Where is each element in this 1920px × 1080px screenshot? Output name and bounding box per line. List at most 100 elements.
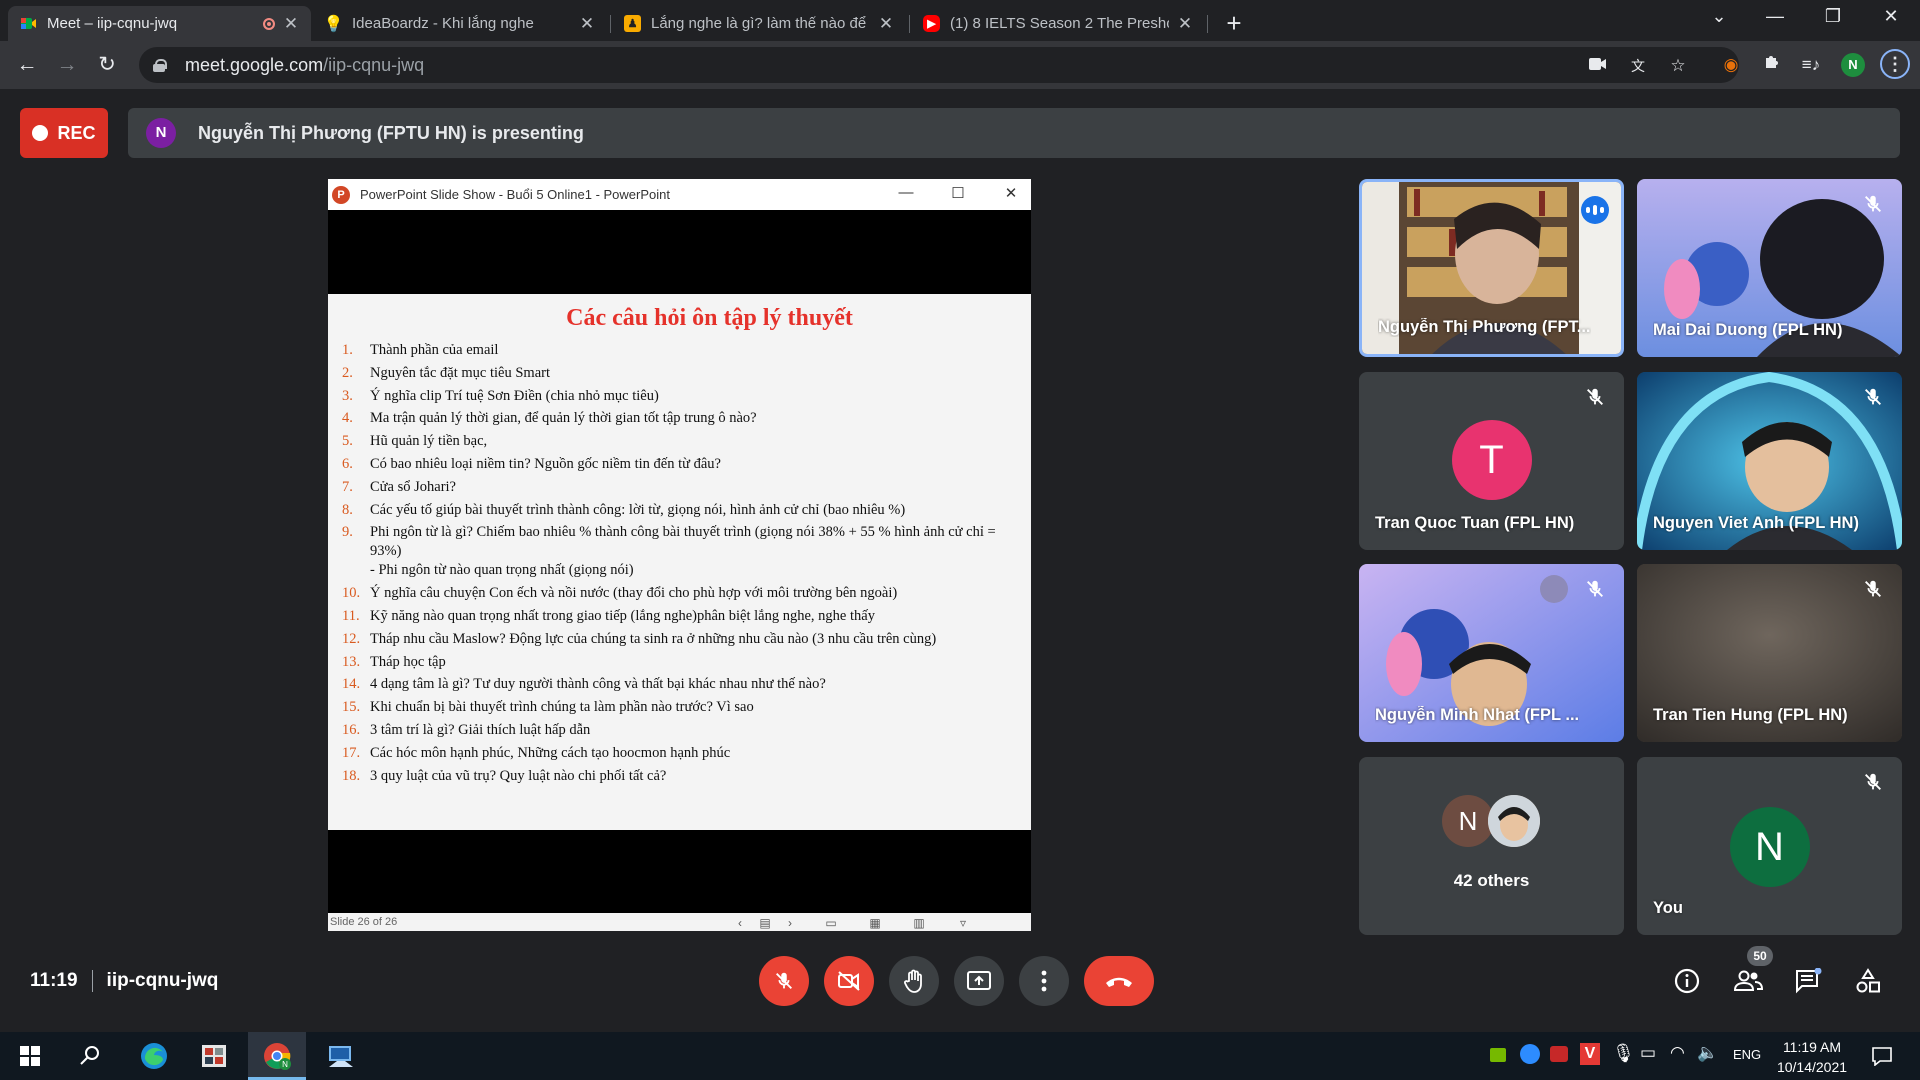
- notifications-icon[interactable]: [1866, 1040, 1898, 1072]
- question-item: 15. Khi chuẩn bị bài thuyết trình chúng t…: [328, 698, 1031, 717]
- extension-fox-icon[interactable]: ◉: [1718, 52, 1744, 78]
- participant-tile-you[interactable]: N You: [1637, 757, 1902, 935]
- tab-ideaboardz[interactable]: 💡 IdeaBoardz - Khi lắng nghe ✕: [313, 6, 607, 41]
- participant-tile-others[interactable]: N 42 others: [1359, 757, 1624, 935]
- google-meet-icon: [20, 15, 37, 32]
- question-text: Tháp nhu cầu Maslow? Động lực của chúng …: [370, 630, 937, 647]
- windows-taskbar: N V 🎙 ▭ ◠ 🔈 ENG 11:19 AM 10/14/2021: [0, 1032, 1920, 1080]
- profile-avatar[interactable]: N: [1841, 53, 1865, 77]
- app-grid-icon[interactable]: [198, 1040, 230, 1072]
- tab-separator: [610, 15, 611, 33]
- microphone-toggle-button[interactable]: [759, 956, 809, 1006]
- participant-tile-nguyen-viet-anh[interactable]: Nguyen Viet Anh (FPL HN): [1637, 372, 1902, 550]
- minimize-window-icon[interactable]: —: [1752, 6, 1798, 27]
- participant-name: Tran Quoc Tuan (FPL HN): [1375, 514, 1575, 532]
- speaking-indicator-icon: [1581, 196, 1609, 224]
- powerpoint-titlebar: P PowerPoint Slide Show - Buổi 5 Online1…: [328, 179, 1031, 210]
- question-text: 4 dạng tâm là gì? Tư duy người thành côn…: [370, 676, 826, 693]
- question-number: 1.: [342, 342, 353, 358]
- close-tab-icon[interactable]: ✕: [579, 14, 595, 34]
- raise-hand-button[interactable]: [889, 956, 939, 1006]
- participant-tile-nguyen-thi-phuong[interactable]: Nguyễn Thị Phương (FPT...: [1359, 179, 1624, 357]
- nvidia-tray-icon[interactable]: [1490, 1048, 1506, 1062]
- question-item: 7. Cửa sổ Johari?: [328, 478, 1031, 497]
- tab-lang-nghe[interactable]: ♟ Lắng nghe là gì? làm thế nào để ✕: [612, 6, 906, 41]
- tab-separator: [909, 15, 910, 33]
- info-icon: [1674, 968, 1700, 994]
- participant-tile-tran-tien-hung[interactable]: Tran Tien Hung (FPL HN): [1637, 564, 1902, 742]
- forward-arrow-icon[interactable]: →: [52, 50, 82, 80]
- search-icon[interactable]: [74, 1040, 106, 1072]
- close-tab-icon[interactable]: ✕: [1177, 14, 1193, 34]
- participant-tile-nguyen-minh-nhat[interactable]: Nguyễn Minh Nhat (FPL ...: [1359, 564, 1624, 742]
- v-app-tray-icon[interactable]: V: [1580, 1043, 1600, 1065]
- divider: [91, 970, 93, 992]
- participant-tile-mai-dai-duong[interactable]: Mai Dai Duong (FPL HN): [1637, 179, 1902, 357]
- recording-button[interactable]: REC: [20, 108, 108, 158]
- camera-off-icon: [838, 971, 860, 991]
- next-slide-icon: ›: [788, 916, 792, 930]
- battery-icon[interactable]: ▭: [1640, 1043, 1656, 1063]
- remote-desktop-icon[interactable]: [325, 1040, 357, 1072]
- lock-icon[interactable]: [153, 59, 167, 72]
- question-number: 11.: [342, 607, 360, 624]
- tab-search-chevron-icon[interactable]: ⌄: [1696, 6, 1742, 27]
- microphone-tray-icon[interactable]: 🎙: [1612, 1043, 1635, 1064]
- chat-button[interactable]: [1793, 966, 1823, 996]
- question-number: 4.: [342, 410, 353, 427]
- url-host: meet.google.com: [185, 54, 324, 75]
- camera-in-use-icon[interactable]: [1587, 55, 1609, 77]
- question-item: 18. 3 quy luật của vũ trụ? Quy luật nào c…: [328, 767, 1031, 786]
- camera-toggle-button[interactable]: [824, 956, 874, 1006]
- chat-icon: [1796, 968, 1822, 994]
- edge-browser-icon[interactable]: [138, 1040, 170, 1072]
- wifi-icon[interactable]: ◠: [1670, 1043, 1685, 1063]
- question-item: 17. Các hóc môn hạnh phúc, Những cách tạo…: [328, 744, 1031, 763]
- present-now-button[interactable]: [954, 956, 1004, 1006]
- extensions-puzzle-icon[interactable]: [1759, 52, 1785, 78]
- slide-title: Các câu hỏi ôn tập lý thuyết: [566, 305, 853, 331]
- close-tab-icon[interactable]: ✕: [878, 14, 894, 34]
- language-indicator[interactable]: ENG: [1733, 1047, 1761, 1062]
- slide-counter: Slide 26 of 26: [330, 916, 398, 928]
- game-tray-icon[interactable]: [1550, 1046, 1568, 1062]
- question-item: 12. Tháp nhu cầu Maslow? Động lực của chú…: [328, 630, 1031, 649]
- browser-menu-icon[interactable]: ⋮: [1880, 49, 1910, 79]
- zoom-tray-icon[interactable]: [1520, 1044, 1540, 1064]
- question-number: 8.: [342, 501, 353, 518]
- bookmark-star-icon[interactable]: ☆: [1667, 55, 1689, 77]
- new-tab-icon[interactable]: +: [1220, 8, 1248, 39]
- address-bar[interactable]: meet.google.com/iip-cqnu-jwq 文 ☆: [139, 47, 1739, 83]
- microphone-off-icon: [776, 972, 792, 989]
- participant-tile-tran-quoc-tuan[interactable]: T Tran Quoc Tuan (FPL HN): [1359, 372, 1624, 550]
- minimize-icon: —: [898, 184, 914, 201]
- youtube-icon: ▶: [923, 15, 940, 32]
- question-text: Các yếu tố giúp bài thuyết trình thành c…: [370, 501, 906, 518]
- participant-name: Tran Tien Hung (FPL HN): [1653, 706, 1848, 724]
- back-arrow-icon[interactable]: ←: [12, 50, 42, 80]
- microphone-off-icon: [1587, 388, 1603, 405]
- reload-icon[interactable]: ↻: [92, 50, 122, 80]
- question-list: 1. Thành phần của email 2. Nguyên tắc đặt m…: [328, 341, 1031, 786]
- leave-call-button[interactable]: [1084, 956, 1154, 1006]
- windows-start-icon[interactable]: [14, 1040, 46, 1072]
- translate-icon[interactable]: 文: [1627, 55, 1649, 77]
- taskbar-clock[interactable]: 11:19 AM 10/14/2021: [1767, 1037, 1857, 1077]
- activities-button[interactable]: [1853, 966, 1883, 996]
- meeting-details-button[interactable]: [1672, 966, 1702, 996]
- others-count-label: 42 others: [1453, 871, 1530, 890]
- chrome-icon[interactable]: N: [261, 1040, 293, 1072]
- question-number: 10.: [342, 585, 361, 602]
- restore-window-icon[interactable]: ❐: [1810, 6, 1856, 27]
- media-control-icon[interactable]: ≡♪: [1798, 52, 1824, 78]
- svg-text:N: N: [282, 1060, 288, 1069]
- sorter-view-icon: ▦: [869, 916, 881, 930]
- tab-youtube[interactable]: ▶ (1) 8 IELTS Season 2 The Preshow ✕: [911, 6, 1205, 41]
- question-item: 3. Ý nghĩa clip Trí tuệ Sơn Điền (chia nh…: [328, 387, 1031, 406]
- tab-meet[interactable]: Meet – iip-cqnu-jwq ✕: [8, 6, 311, 41]
- volume-icon[interactable]: 🔈: [1697, 1043, 1718, 1063]
- close-tab-icon[interactable]: ✕: [283, 14, 299, 34]
- close-window-icon[interactable]: ✕: [1868, 6, 1914, 27]
- more-options-button[interactable]: [1019, 956, 1069, 1006]
- participants-button[interactable]: [1733, 966, 1763, 996]
